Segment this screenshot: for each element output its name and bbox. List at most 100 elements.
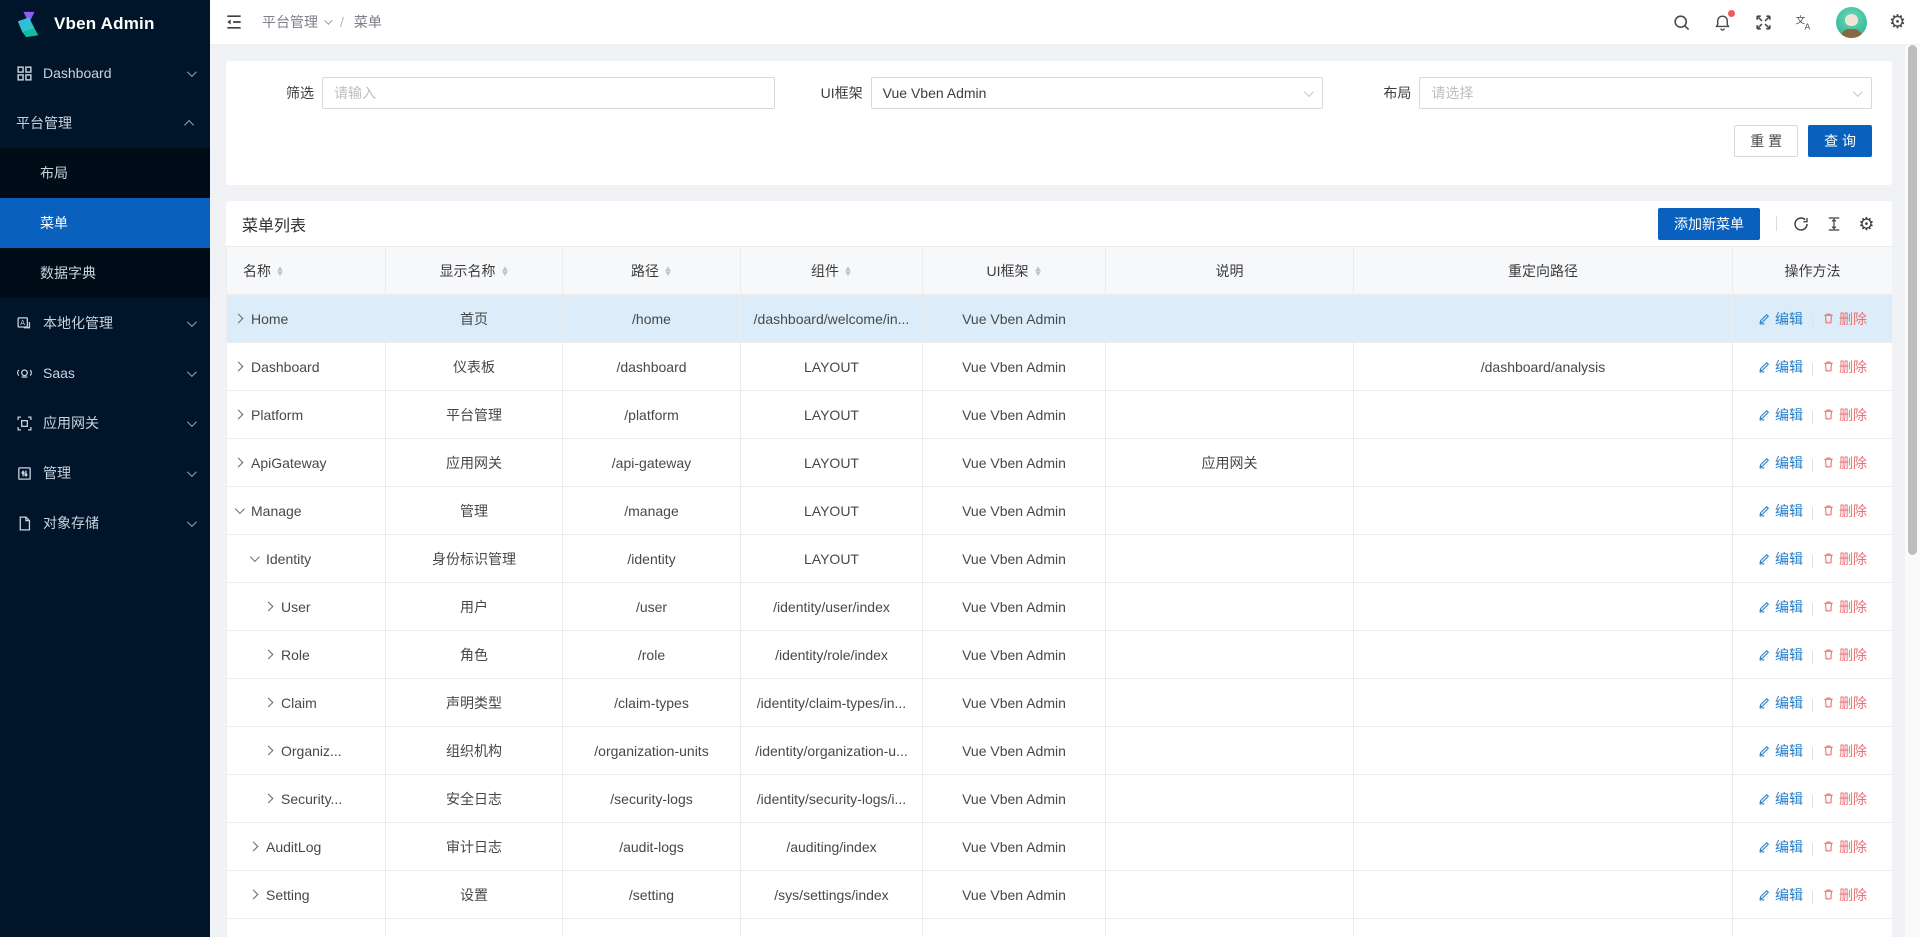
query-button[interactable]: 查 询: [1808, 125, 1872, 157]
row-expand-icon[interactable]: [264, 650, 274, 660]
cell-description: [1106, 391, 1354, 439]
edit-button[interactable]: 编辑: [1758, 309, 1803, 329]
row-expand-icon[interactable]: [234, 362, 244, 372]
cell-redirect: [1354, 631, 1733, 679]
sort-icon[interactable]: ▲▼: [1034, 266, 1042, 276]
add-menu-button[interactable]: 添加新菜单: [1658, 208, 1760, 240]
row-collapse-icon[interactable]: [250, 552, 260, 562]
sidebar-item-api-gateway[interactable]: 应用网关: [0, 398, 210, 448]
collapse-sidebar-icon[interactable]: [224, 12, 244, 32]
cell-name: Setting: [266, 887, 310, 903]
delete-button[interactable]: 删除: [1822, 549, 1867, 569]
sidebar-item-dashboard[interactable]: Dashboard: [0, 48, 210, 98]
page-scrollbar[interactable]: [1905, 45, 1920, 937]
delete-button[interactable]: 删除: [1822, 693, 1867, 713]
sidebar-item-menu[interactable]: 菜单: [0, 198, 210, 248]
sidebar-item-platform-management[interactable]: 平台管理: [0, 98, 210, 148]
column-header-component[interactable]: 组件▲▼: [741, 247, 923, 295]
sidebar-item-layout[interactable]: 布局: [0, 148, 210, 198]
refresh-icon[interactable]: [1791, 214, 1810, 233]
row-expand-icon[interactable]: [234, 410, 244, 420]
sort-icon[interactable]: ▲▼: [276, 266, 284, 276]
cell-name: Platform: [251, 407, 303, 423]
chevron-down-icon: [187, 367, 197, 377]
cell-name-wrap: User: [227, 583, 386, 631]
sidebar-item-data-dictionary[interactable]: 数据字典: [0, 248, 210, 298]
column-header-name[interactable]: 名称▲▼: [227, 247, 386, 295]
sort-icon[interactable]: ▲▼: [844, 266, 852, 276]
reset-button[interactable]: 重 置: [1734, 125, 1798, 157]
delete-button[interactable]: 删除: [1822, 645, 1867, 665]
sidebar-item-label: 平台管理: [16, 113, 187, 133]
app-logo[interactable]: Vben Admin: [0, 0, 210, 48]
table-container: 名称▲▼显示名称▲▼路径▲▼组件▲▼UI框架▲▼说明重定向路径操作方法Home首…: [226, 246, 1892, 937]
sidebar-item-object-storage[interactable]: 对象存储: [0, 498, 210, 548]
edit-button[interactable]: 编辑: [1758, 789, 1803, 809]
cell-name: Dashboard: [251, 359, 320, 375]
layout-select[interactable]: 请选择: [1419, 77, 1872, 109]
ui-framework-select[interactable]: Vue Vben Admin: [871, 77, 1324, 109]
cell-component: /identity/claim-types/in...: [741, 679, 923, 727]
delete-button[interactable]: 删除: [1822, 453, 1867, 473]
column-header-ui-framework[interactable]: UI框架▲▼: [923, 247, 1106, 295]
delete-button[interactable]: 删除: [1822, 309, 1867, 329]
cell-name: Security...: [281, 791, 342, 807]
edit-button[interactable]: 编辑: [1758, 885, 1803, 905]
cell-redirect: [1354, 871, 1733, 919]
breadcrumb-parent[interactable]: 平台管理: [262, 12, 330, 32]
sidebar-item-saas[interactable]: Saas: [0, 348, 210, 398]
select-value: Vue Vben Admin: [883, 85, 987, 101]
row-expand-icon[interactable]: [264, 698, 274, 708]
edit-button[interactable]: 编辑: [1758, 549, 1803, 569]
keyword-input[interactable]: 请输入: [322, 77, 775, 109]
action-divider: [1812, 603, 1813, 616]
cell-description: [1106, 727, 1354, 775]
row-expand-icon[interactable]: [264, 746, 274, 756]
delete-button[interactable]: 删除: [1822, 597, 1867, 617]
edit-button[interactable]: 编辑: [1758, 453, 1803, 473]
scrollbar-thumb[interactable]: [1908, 45, 1917, 555]
row-expand-icon[interactable]: [264, 794, 274, 804]
sidebar-item-localization[interactable]: A 本地化管理: [0, 298, 210, 348]
delete-button[interactable]: 删除: [1822, 789, 1867, 809]
cell-ui-framework: Vue Vben Admin: [923, 631, 1106, 679]
delete-button[interactable]: 删除: [1822, 357, 1867, 377]
edit-label: 编辑: [1775, 789, 1803, 809]
edit-button[interactable]: 编辑: [1758, 645, 1803, 665]
delete-button[interactable]: 删除: [1822, 885, 1867, 905]
delete-button[interactable]: 删除: [1822, 741, 1867, 761]
settings-gear-icon[interactable]: ⚙: [1889, 13, 1906, 32]
edit-button[interactable]: 编辑: [1758, 501, 1803, 521]
row-collapse-icon[interactable]: [235, 504, 245, 514]
fullscreen-icon[interactable]: [1754, 13, 1773, 32]
column-header-path[interactable]: 路径▲▼: [563, 247, 741, 295]
column-label: 重定向路径: [1508, 261, 1578, 281]
sidebar-item-manage[interactable]: 管理: [0, 448, 210, 498]
column-settings-icon[interactable]: ⚙: [1857, 214, 1876, 233]
sort-icon[interactable]: ▲▼: [664, 266, 672, 276]
delete-button[interactable]: 删除: [1822, 405, 1867, 425]
sort-icon[interactable]: ▲▼: [501, 266, 509, 276]
edit-button[interactable]: 编辑: [1758, 357, 1803, 377]
edit-button[interactable]: 编辑: [1758, 597, 1803, 617]
delete-button[interactable]: 删除: [1822, 837, 1867, 857]
row-expand-icon[interactable]: [264, 602, 274, 612]
edit-button[interactable]: 编辑: [1758, 741, 1803, 761]
row-expand-icon[interactable]: [249, 890, 259, 900]
notification-bell-icon[interactable]: [1713, 13, 1732, 32]
row-height-icon[interactable]: [1824, 214, 1843, 233]
row-expand-icon[interactable]: [234, 458, 244, 468]
row-expand-icon[interactable]: [234, 314, 244, 324]
column-header-display-name[interactable]: 显示名称▲▼: [386, 247, 563, 295]
cell-display-name: 仪表板: [386, 343, 563, 391]
cell-name-wrap: Setting: [227, 871, 386, 919]
edit-button[interactable]: 编辑: [1758, 837, 1803, 857]
edit-button[interactable]: 编辑: [1758, 405, 1803, 425]
delete-label: 删除: [1839, 309, 1867, 329]
edit-button[interactable]: 编辑: [1758, 693, 1803, 713]
delete-button[interactable]: 删除: [1822, 501, 1867, 521]
translate-icon[interactable]: 文A: [1795, 13, 1814, 32]
search-icon[interactable]: [1672, 13, 1691, 32]
user-avatar[interactable]: [1836, 7, 1867, 38]
row-expand-icon[interactable]: [249, 842, 259, 852]
